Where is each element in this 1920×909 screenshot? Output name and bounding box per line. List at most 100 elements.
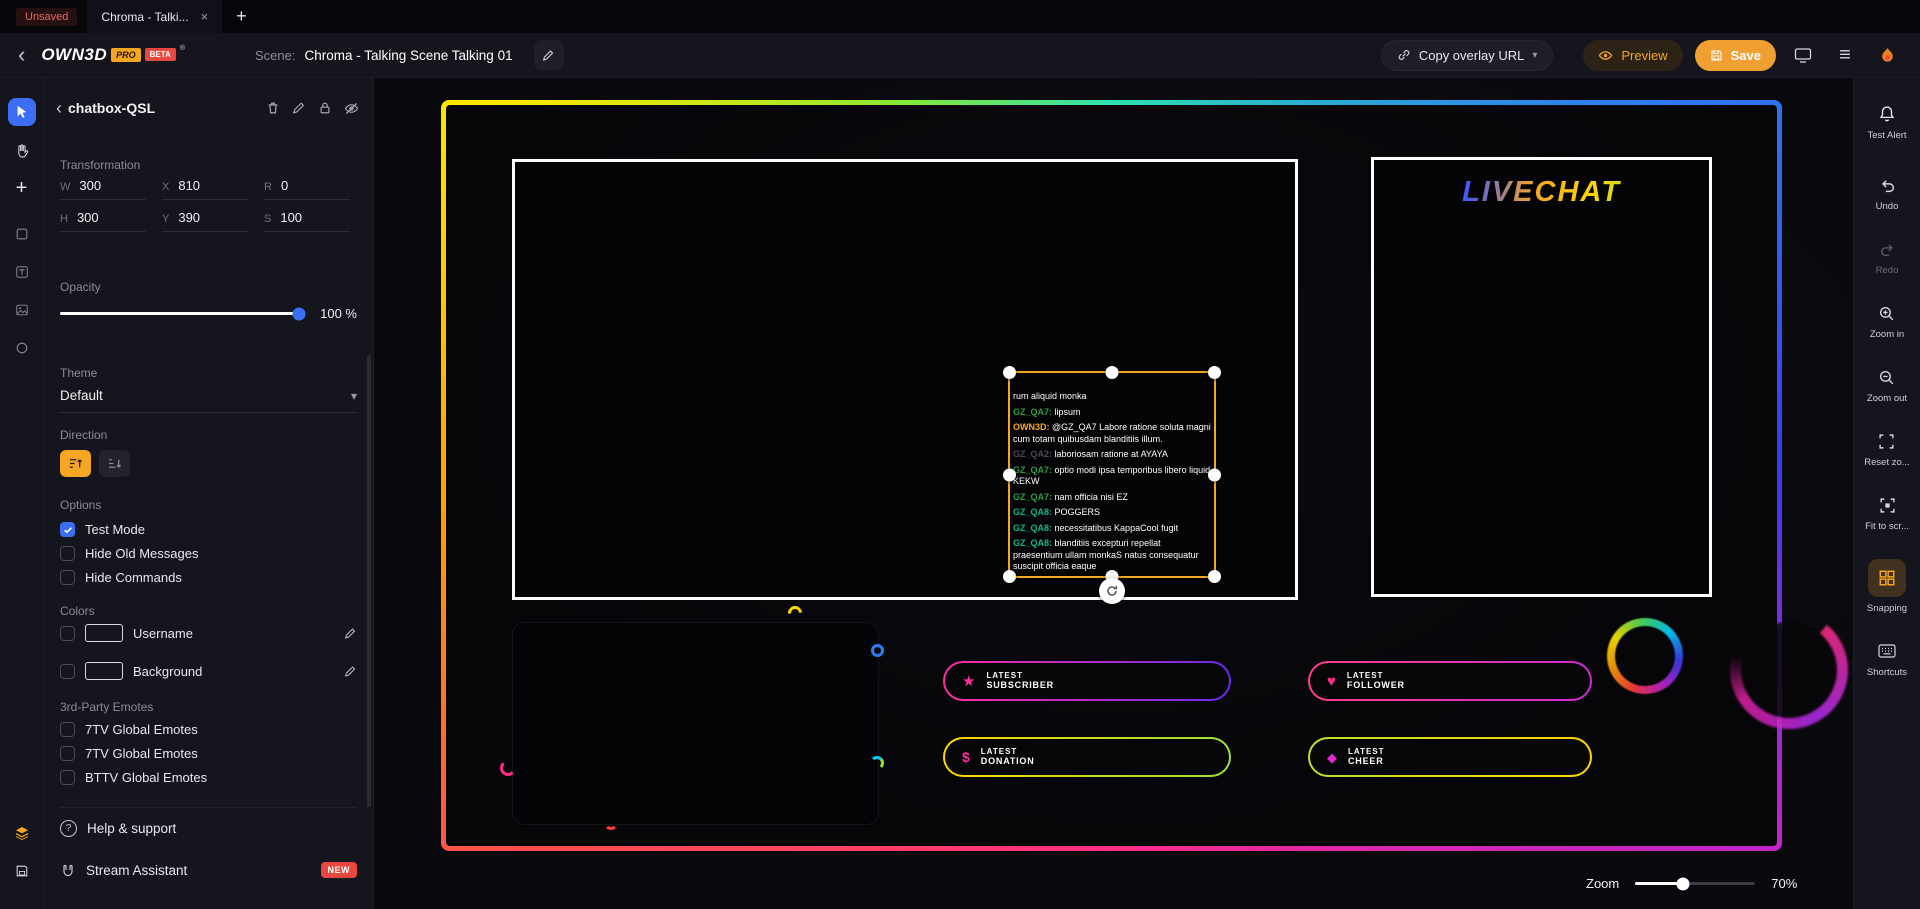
scene-tab[interactable]: Chroma - Talki... × [87,0,223,33]
checkbox-checked[interactable] [60,522,75,537]
undo-icon [1881,179,1894,192]
snapping-active-box [1868,559,1906,597]
direction-toggle [60,450,130,477]
edit-background-color-button[interactable] [344,665,357,678]
selection-handle-middle-right[interactable] [1208,468,1221,481]
undo-button[interactable]: Undo [1876,175,1898,212]
test-alert-button[interactable]: Test Alert [1867,104,1907,141]
decor-spark [500,760,516,776]
width-field[interactable]: W 300 [60,178,146,200]
zoom-slider[interactable] [1635,877,1756,890]
latest-cheer-widget[interactable]: ◆ LATEST CHEER [1308,737,1592,777]
close-tab-icon[interactable]: × [201,9,209,24]
latest-donation-widget[interactable]: $ LATEST DONATION [943,737,1231,777]
fit-screen-icon [1879,497,1895,513]
fit-to-screen-button[interactable]: Fit to scr... [1865,495,1909,532]
snapping-button[interactable]: Snapping [1867,559,1907,614]
secondary-cam-element[interactable] [512,622,879,825]
option-hide-commands[interactable]: Hide Commands [60,570,357,585]
username-color-swatch[interactable] [85,624,123,642]
menu-button[interactable]: ≡ [1830,44,1860,67]
add-element-button[interactable]: + [8,174,36,202]
edit-username-color-button[interactable] [344,627,357,640]
opacity-slider[interactable] [60,307,306,320]
layers-button[interactable] [8,819,36,847]
color-username-row: Username [60,624,357,642]
redo-button[interactable]: Redo [1876,239,1898,276]
checkbox-unchecked[interactable] [60,625,75,641]
help-support-link[interactable]: ? Help & support [60,807,357,849]
copy-overlay-url-button[interactable]: Copy overlay URL ▾ [1380,39,1554,71]
chevron-down-icon: ▾ [1532,49,1538,61]
height-field[interactable]: H 300 [60,210,146,232]
rename-element-button[interactable] [292,101,306,116]
shortcuts-button[interactable]: Shortcuts [1867,641,1907,678]
rotation-field[interactable]: R0 [264,178,350,200]
latest-subscriber-widget[interactable]: ★ LATEST SUBSCRIBER [943,661,1231,701]
zoom-out-button[interactable]: Zoom out [1867,367,1907,404]
selection-handle-middle-left[interactable] [1003,468,1016,481]
direction-bottom-button[interactable] [99,450,130,477]
reset-zoom-button[interactable]: Reset zo... [1864,431,1910,468]
back-button[interactable]: ‹ [18,44,25,66]
editor-canvas[interactable]: LIVECHAT ★ LATEST SUBSCRIBER ♥ LATEST FOLL… [374,78,1853,909]
save-local-button[interactable] [8,857,36,885]
latest-follower-widget[interactable]: ♥ LATEST FOLLOWER [1308,661,1592,701]
checkbox-unchecked[interactable] [60,546,75,561]
delete-element-button[interactable] [266,101,280,116]
layers-icon [15,827,28,841]
decor-spark [604,816,618,830]
opacity-value: 100 % [320,306,357,321]
zoom-in-button[interactable]: Zoom in [1870,303,1904,340]
checkbox-unchecked[interactable] [60,663,75,679]
scale-field[interactable]: S 100 [264,210,350,232]
checkbox-unchecked[interactable] [60,746,75,761]
image-element-button[interactable] [8,296,36,324]
chatbox-element-selected[interactable]: rum aliquid monka GZ_QA7: lipsum OWN3D: … [1003,366,1221,604]
preview-button[interactable]: Preview [1583,39,1683,71]
selection-handle-bottom-left[interactable] [1003,570,1016,583]
plus-icon: + [15,177,28,199]
pan-tool-button[interactable] [8,136,36,164]
stream-assistant-link[interactable]: Stream Assistant NEW [60,849,357,891]
toggle-visibility-button[interactable] [344,101,359,116]
livechat-frame-element[interactable]: LIVECHAT [1371,157,1712,597]
lock-element-button[interactable] [318,101,332,116]
background-color-swatch[interactable] [85,662,123,680]
selection-handle-bottom-right[interactable] [1208,570,1221,583]
panel-scrollbar[interactable] [367,355,371,810]
selection-handle-top-right[interactable] [1208,366,1221,379]
save-button[interactable]: Save [1694,39,1776,71]
text-element-button[interactable] [8,258,36,286]
screen-share-button[interactable] [1788,46,1818,64]
edit-scene-button[interactable] [533,40,564,70]
select-tool-button[interactable] [7,98,36,126]
shape-element-button[interactable] [8,220,36,248]
notifications-button[interactable] [1872,47,1902,64]
rotate-handle[interactable] [1099,578,1125,604]
new-tab-button[interactable]: + [236,6,247,27]
checkbox-unchecked[interactable] [60,570,75,585]
text-icon [15,266,28,278]
pencil-icon [344,627,356,639]
selection-handle-top-center[interactable] [1105,366,1119,379]
x-field[interactable]: X 810 [162,178,248,200]
checkbox-unchecked[interactable] [60,722,75,737]
selection-handle-top-left[interactable] [1003,366,1016,379]
y-field[interactable]: Y 390 [162,210,248,232]
panel-back-button[interactable]: ‹ [56,98,62,119]
checkbox-unchecked[interactable] [60,770,75,785]
decor-rainbow-ring [1607,618,1683,694]
theme-select[interactable]: Default ▾ [60,388,357,413]
emote-7tv-global-1[interactable]: 7TV Global Emotes [60,722,357,737]
header-bar: ‹ OWN3D PRO BETA ® Scene: Chroma - Talki… [0,33,1920,78]
record-element-button[interactable] [8,334,36,362]
option-test-mode[interactable]: Test Mode [60,522,357,537]
chat-message: GZ_QA8: necessitatibus KappaCool fugit [1013,522,1179,533]
zoom-slider-knob[interactable] [1676,877,1690,890]
emote-bttv-global[interactable]: BTTV Global Emotes [60,770,357,785]
emote-7tv-global-2[interactable]: 7TV Global Emotes [60,746,357,761]
option-hide-old-messages[interactable]: Hide Old Messages [60,546,357,561]
opacity-slider-knob[interactable] [292,307,306,320]
direction-top-button[interactable] [60,450,91,477]
